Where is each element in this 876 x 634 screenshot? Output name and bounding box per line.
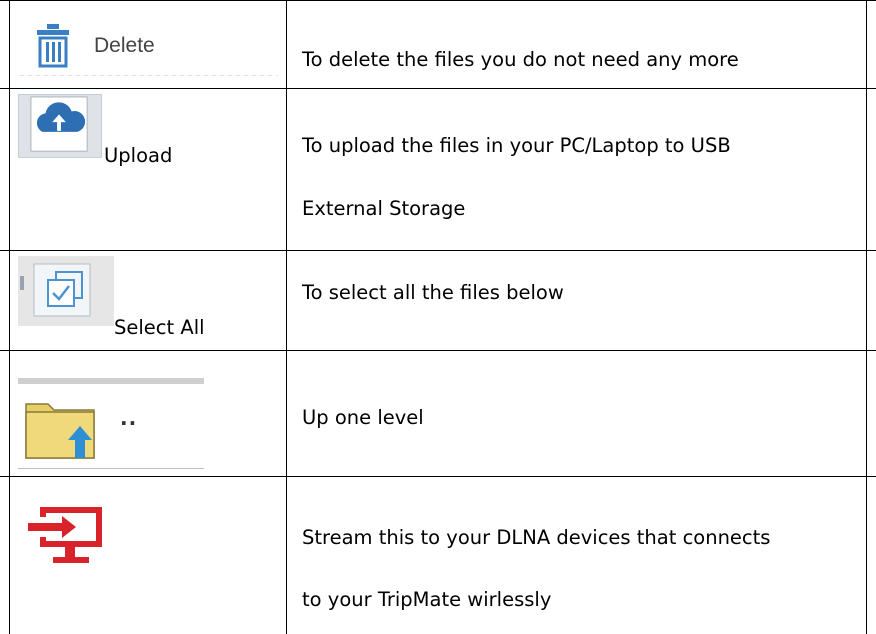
select-all-description: To select all the files below — [302, 281, 564, 304]
column-divider — [9, 0, 10, 634]
column-divider — [866, 0, 867, 634]
upload-label: Upload — [104, 144, 173, 167]
column-divider — [286, 0, 287, 634]
select-all-checkbox-icon — [20, 263, 91, 317]
row-divider — [0, 250, 876, 251]
row-divider — [0, 88, 876, 89]
select-all-label: Select All — [114, 316, 205, 339]
folder-row-bottom-border — [18, 468, 204, 469]
cloud-upload-icon — [30, 96, 88, 152]
upload-description-line-2: External Storage — [302, 197, 466, 220]
folder-row-top-border — [18, 378, 204, 384]
parent-folder-label: .. — [120, 406, 138, 430]
select-all-button-image — [18, 256, 114, 326]
up-one-level-description: Up one level — [302, 406, 424, 429]
upload-button-image — [18, 94, 102, 158]
row-divider — [0, 350, 876, 351]
stream-to-monitor-icon — [28, 507, 102, 563]
delete-label: Delete — [94, 34, 155, 57]
upload-description-line-1: To upload the files in your PC/Laptop to… — [302, 134, 731, 157]
stream-description-line-2: to your TripMate wirlessly — [302, 588, 552, 611]
folder-up-icon — [25, 403, 95, 459]
trash-icon — [37, 24, 69, 68]
row-divider — [0, 0, 876, 1]
row-divider — [0, 476, 876, 477]
feature-table: Delete To delete the files you do not ne… — [0, 0, 876, 634]
delete-description: To delete the files you do not need any … — [302, 48, 739, 71]
stream-description-line-1: Stream this to your DLNA devices that co… — [302, 526, 771, 549]
